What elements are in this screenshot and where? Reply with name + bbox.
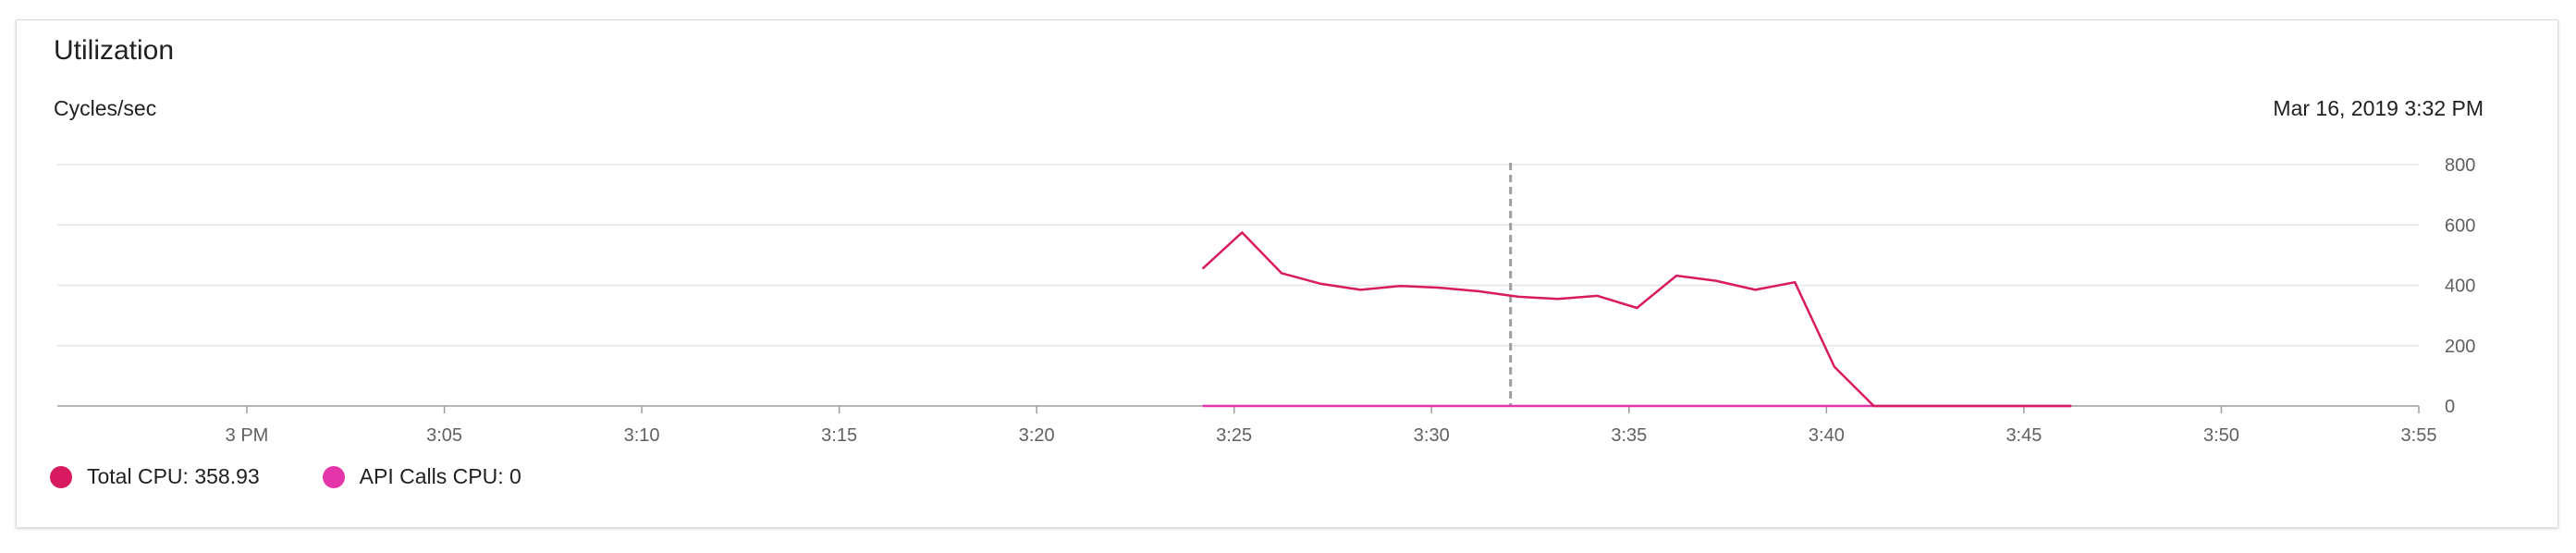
legend-item-total-cpu[interactable]: Total CPU: 358.93	[50, 464, 260, 489]
y-tick-label: 0	[2445, 397, 2455, 417]
x-tick-label: 3:20	[1019, 425, 1055, 446]
utilization-card: Utilization Cycles/sec Mar 16, 2019 3:32…	[16, 19, 2558, 528]
x-tick-label: 3:45	[2006, 425, 2042, 446]
y-tick-label: 800	[2445, 155, 2475, 176]
x-tick-label: 3:25	[1216, 425, 1252, 446]
y-tick-label: 600	[2445, 215, 2475, 236]
legend-label-total-cpu: Total CPU: 358.93	[87, 464, 260, 488]
grid-layer	[57, 164, 2420, 413]
legend-swatch-total-cpu	[50, 465, 72, 488]
x-tick-label: 3:10	[624, 425, 660, 446]
x-tick-label: 3:50	[2203, 425, 2239, 446]
legend-item-api-calls-cpu[interactable]: API Calls CPU: 0	[322, 464, 521, 489]
y-tick-label: 400	[2445, 276, 2475, 297]
x-tick-label: 3:35	[1611, 425, 1647, 446]
legend-swatch-api-calls-cpu	[322, 465, 345, 488]
series-layer	[1201, 231, 2072, 408]
y-tick-label: 200	[2445, 337, 2475, 357]
x-tick-labels: 3 PM 3:05 3:10 3:15 3:20 3:25 3:30 3:35 3:40 3:45…	[226, 425, 2437, 446]
legend: Total CPU: 358.93 API Calls CPU: 0	[50, 464, 584, 489]
x-tick-label: 3:30	[1414, 425, 1450, 446]
x-tick-label: 3:05	[426, 425, 462, 446]
legend-label-api-calls-cpu: API Calls CPU: 0	[359, 464, 521, 488]
series-line-total-cpu	[1201, 231, 2072, 408]
x-tick-label: 3:55	[2401, 425, 2437, 446]
x-tick-label: 3 PM	[226, 425, 269, 446]
x-tick-label: 3:15	[821, 425, 857, 446]
y-tick-labels: 0 200 400 600 800	[2445, 155, 2475, 417]
x-tick-label: 3:40	[1809, 425, 1845, 446]
utilization-chart[interactable]: 0 200 400 600 800 3 PM 3:05 3:10 3:15 3:20 3:25 3:…	[17, 20, 2559, 455]
